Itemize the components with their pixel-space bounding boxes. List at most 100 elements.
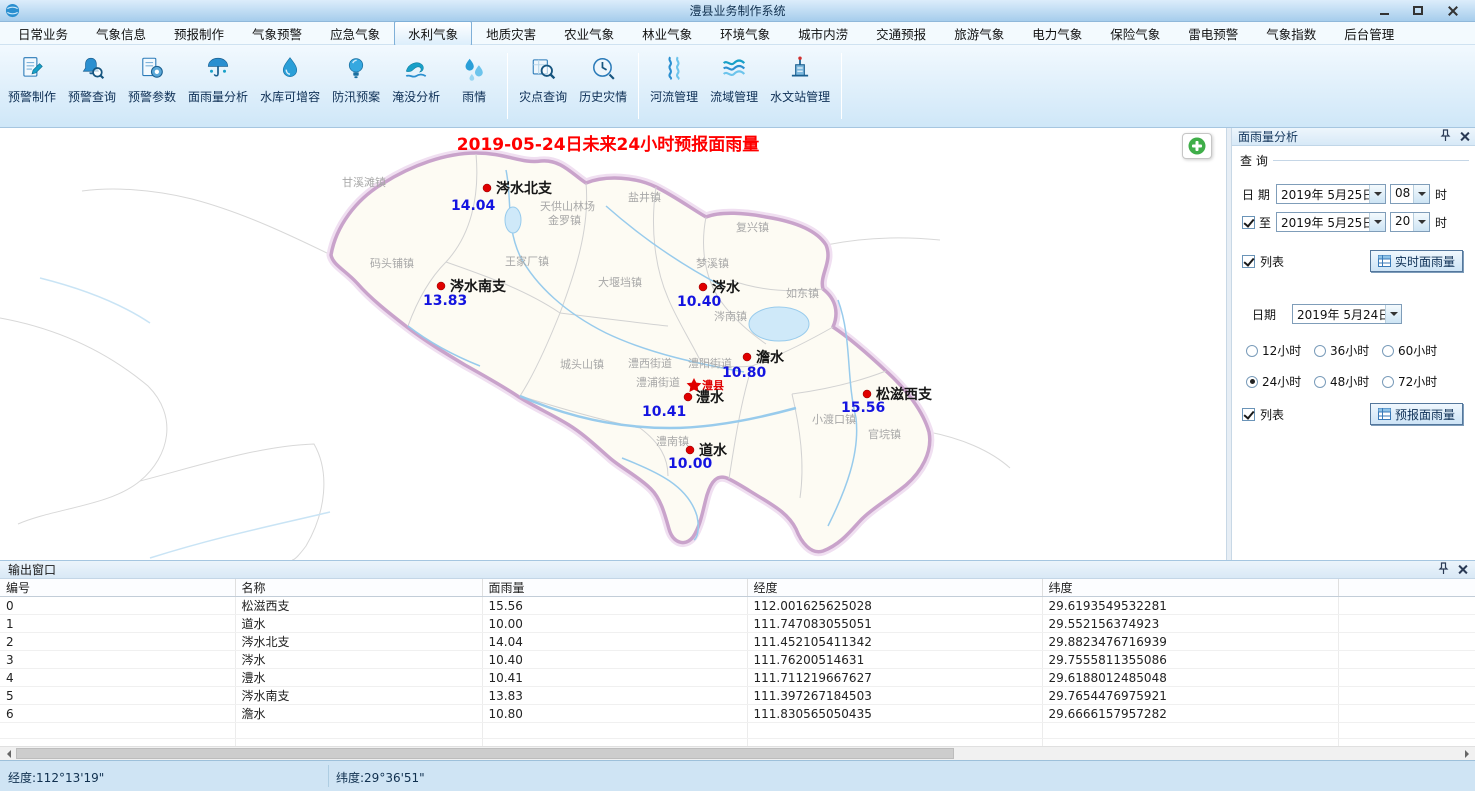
menu-item-environment[interactable]: 环境气象	[706, 21, 784, 46]
toolbar-disaster-point-query[interactable]: 灾点查询	[513, 53, 573, 107]
table-row[interactable]: 4澧水10.41111.71121966762729.6188012485048	[0, 669, 1475, 687]
scroll-right-arrow[interactable]	[1459, 747, 1475, 760]
column-header[interactable]: 名称	[235, 579, 482, 597]
maximize-button[interactable]	[1409, 3, 1427, 19]
end-date-select[interactable]: 2019年 5月25日	[1276, 212, 1386, 232]
menu-item-forestry[interactable]: 林业气象	[628, 21, 706, 46]
forecast-date-select[interactable]: 2019年 5月24日	[1292, 304, 1402, 324]
table-row[interactable]: 3涔水10.40111.7620051463129.7555811355086	[0, 651, 1475, 669]
table-row[interactable]: 5涔水南支13.83111.39726718450329.76544769759…	[0, 687, 1475, 705]
menu-item-insurance[interactable]: 保险气象	[1096, 21, 1174, 46]
menu-item-weather-info[interactable]: 气象信息	[82, 21, 160, 46]
column-header[interactable]: 经度	[747, 579, 1042, 597]
output-window: 输出窗口 编号 名称 面雨量 经度 纬度 0松滋西支15.56112.00162…	[0, 560, 1475, 760]
column-header[interactable]: 面雨量	[482, 579, 747, 597]
status-latitude: 纬度:29°36'51"	[336, 769, 425, 786]
close-button[interactable]	[1443, 3, 1461, 19]
realtime-rainfall-button[interactable]: 实时面雨量	[1370, 250, 1463, 272]
menu-item-daily[interactable]: 日常业务	[4, 21, 82, 46]
toolbar-areal-rainfall-analysis[interactable]: 面雨量分析	[182, 53, 254, 107]
table-row[interactable]: 2涔水北支14.04111.45210541134229.88234767169…	[0, 633, 1475, 651]
menu-item-hydrology-weather[interactable]: 水利气象	[394, 21, 472, 46]
toolbar-label: 河流管理	[650, 88, 698, 105]
column-header[interactable]: 编号	[0, 579, 235, 597]
scrollbar-thumb[interactable]	[16, 748, 954, 759]
toolbar-basin-management[interactable]: 流域管理	[704, 53, 764, 107]
table-row[interactable]: 1道水10.00111.74708305505129.552156374923	[0, 615, 1475, 633]
rain-analysis-panel-body: 查 询 日 期 2019年 5月25日 08 时 至	[1232, 146, 1475, 560]
menu-item-agriculture[interactable]: 农业气象	[550, 21, 628, 46]
menu-item-traffic[interactable]: 交通预报	[862, 21, 940, 46]
forecast-rainfall-button[interactable]: 预报面雨量	[1370, 403, 1463, 425]
radio-icon	[1382, 376, 1394, 388]
radio-36h[interactable]: 36小时	[1314, 342, 1382, 359]
chevron-down-icon	[1385, 305, 1401, 323]
toolbar-rain-condition[interactable]: 雨情	[446, 53, 502, 107]
toolbar-alert-query[interactable]: 预警查询	[62, 53, 122, 107]
town-label: 码头铺镇	[370, 256, 414, 270]
toolbar-alert-create[interactable]: 预警制作	[2, 53, 62, 107]
radio-60h[interactable]: 60小时	[1382, 342, 1450, 359]
end-hour-select[interactable]: 20	[1390, 212, 1430, 232]
start-hour-select[interactable]: 08	[1390, 184, 1430, 204]
list-checkbox-2[interactable]	[1242, 408, 1255, 421]
toolbar-hydro-station-management[interactable]: 水文站管理	[764, 53, 836, 107]
town-label: 大堰垱镇	[598, 275, 642, 289]
radio-icon	[1314, 376, 1326, 388]
town-label: 甘溪滩镇	[342, 175, 386, 189]
table-row[interactable]: 6澹水10.80111.83056505043529.6666157957282	[0, 705, 1475, 723]
toolbar-river-management[interactable]: 河流管理	[644, 53, 704, 107]
menu-item-forecast-making[interactable]: 预报制作	[160, 21, 238, 46]
toolbar-alert-params[interactable]: 预警参数	[122, 53, 182, 107]
radio-72h[interactable]: 72小时	[1382, 373, 1450, 390]
to-checkbox[interactable]	[1242, 216, 1255, 229]
pin-icon[interactable]	[1440, 129, 1451, 145]
menu-item-admin[interactable]: 后台管理	[1330, 21, 1408, 46]
radio-48h[interactable]: 48小时	[1314, 373, 1382, 390]
group-divider	[1273, 160, 1469, 161]
start-date-select[interactable]: 2019年 5月25日	[1276, 184, 1386, 204]
panel-close-icon[interactable]	[1460, 132, 1469, 141]
map-canvas[interactable]: 2019-05-24日未来24小时预报面雨量 甘溪滩镇 盐井镇 天供山林场 金罗…	[0, 128, 1226, 560]
output-close-icon[interactable]	[1458, 565, 1467, 574]
radio-icon	[1382, 345, 1394, 357]
menu-item-geology-disaster[interactable]: 地质灾害	[472, 21, 550, 46]
menu-item-lightning[interactable]: 雷电预警	[1174, 21, 1252, 46]
horizontal-scrollbar[interactable]	[0, 746, 1475, 760]
list-checkbox[interactable]	[1242, 255, 1255, 268]
menu-item-urban-flood[interactable]: 城市内涝	[784, 21, 862, 46]
menu-item-weather-index[interactable]: 气象指数	[1252, 21, 1330, 46]
table-header-row: 编号 名称 面雨量 经度 纬度	[0, 579, 1475, 597]
ribbon-toolbar: 预警制作 预警查询 预警参数 面雨量分析 水库可增容 防汛预案 淹没分析 雨情 …	[0, 45, 1475, 128]
menu-item-emergency[interactable]: 应急气象	[316, 21, 394, 46]
column-header	[1338, 579, 1475, 597]
menu-bar: 日常业务 气象信息 预报制作 气象预警 应急气象 水利气象 地质灾害 农业气象 …	[0, 22, 1475, 45]
radio-12h[interactable]: 12小时	[1246, 342, 1314, 359]
close-icon	[1447, 5, 1458, 16]
menu-item-power[interactable]: 电力气象	[1018, 21, 1096, 46]
rain-analysis-panel: 面雨量分析 查 询 日 期 2019年 5月25日 08	[1232, 128, 1475, 560]
pin-icon[interactable]	[1438, 562, 1449, 578]
toolbar-historical-disaster[interactable]: 历史灾情	[573, 53, 633, 107]
hour-unit-label: 时	[1435, 214, 1447, 231]
minimize-button[interactable]	[1375, 3, 1393, 19]
triangle-left-icon	[3, 750, 11, 758]
toolbar-label: 灾点查询	[519, 88, 567, 105]
menu-item-tourism[interactable]: 旅游气象	[940, 21, 1018, 46]
chevron-down-icon	[1369, 213, 1385, 231]
list-label: 列表	[1260, 253, 1284, 270]
output-window-header: 输出窗口	[0, 561, 1475, 579]
zoom-button[interactable]	[1182, 133, 1212, 159]
column-header[interactable]: 纬度	[1042, 579, 1338, 597]
toolbar-inundation-analysis[interactable]: 淹没分析	[386, 53, 446, 107]
menu-item-weather-warning[interactable]: 气象预警	[238, 21, 316, 46]
scroll-left-arrow[interactable]	[0, 747, 16, 760]
toolbar-flood-control-plan[interactable]: 防汛预案	[326, 53, 386, 107]
table-row[interactable]: 0松滋西支15.56112.00162562502829.61935495322…	[0, 597, 1475, 615]
toolbar-reservoir-capacity[interactable]: 水库可增容	[254, 53, 326, 107]
title-bar: 澧县业务制作系统	[0, 0, 1475, 22]
bell-search-icon	[79, 55, 105, 81]
wave-icon	[403, 55, 429, 81]
radio-24h[interactable]: 24小时	[1246, 373, 1314, 390]
river-icon	[661, 55, 687, 81]
